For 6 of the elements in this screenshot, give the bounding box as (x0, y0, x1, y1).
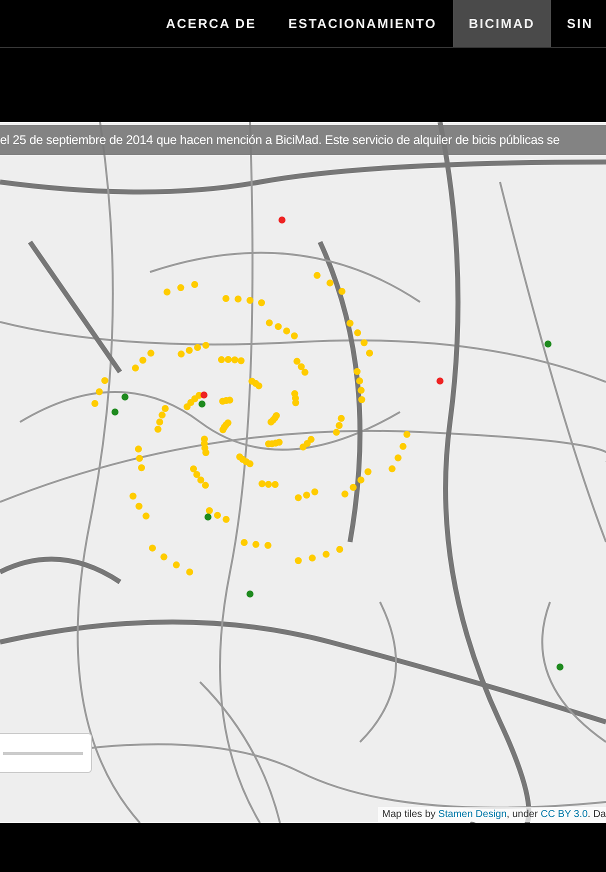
nav-link[interactable]: BICIMAD (452, 0, 551, 47)
map-attribution: Map tiles by Stamen Design, under CC BY 3.0. Da (378, 807, 606, 822)
slider-track[interactable] (3, 752, 83, 754)
attribution-link[interactable]: Stamen Design (438, 809, 507, 820)
attribution-link[interactable]: CC BY 3.0 (540, 809, 588, 820)
banner-text: el 25 de septiembre de 2014 que hacen mención a BiciMad. Este servicio de alquiler de bicis públicas se (0, 132, 560, 149)
